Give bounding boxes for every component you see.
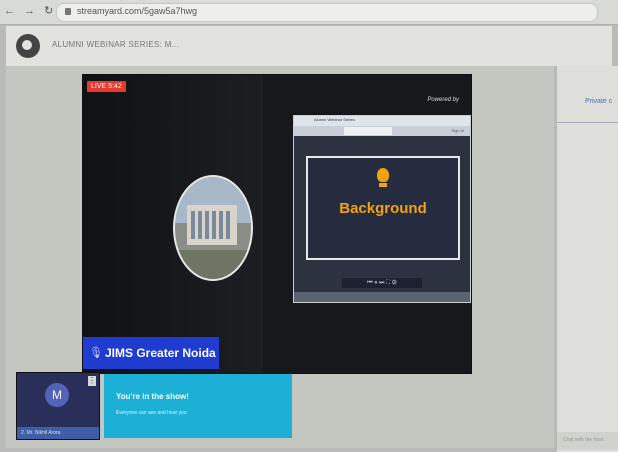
chat-input[interactable]: Chat with the host [557,432,618,450]
share-window-title: Alumni Webinar Series [314,117,355,122]
lock-icon [65,8,71,15]
mic-muted-icon: 🎙 [89,347,103,359]
powered-by-label: Powered by [427,97,459,103]
chat-panel: Private c Chat with the host [556,66,618,452]
screen-share: Alumni Webinar Series Sign In Background… [293,115,471,303]
tab-private-chat[interactable]: Private c [557,66,618,123]
streamyard-logo [16,34,40,58]
tab-label: Private c [585,98,613,105]
share-signin: Sign In [451,128,464,133]
notice-title: You're in the show! [116,392,189,401]
slide-controls[interactable]: ⏮ ⏸ ⏭ ⛶ ⚙ [342,278,422,288]
lightbulb-icon [377,168,389,182]
camera-feed [173,175,253,281]
chat-placeholder: Chat with the host [563,437,604,443]
in-show-notice: You're in the show! Everyone can see and… [104,374,292,438]
slide-title: Background [339,200,427,217]
live-badge: LIVE 5:42 [87,81,126,92]
presentation-slide: Background [306,156,460,260]
participant-tile[interactable]: M ⋮ 2. Mr. Nikhil Arora [16,372,100,440]
broadcast-stage: LIVE 5:42 Powered by Alumni Webinar Seri… [82,74,472,374]
name-banner: 🎙 JIMS Greater Noida [83,337,219,369]
url-text: streamyard.com/5gaw5a7hwg [77,6,198,16]
address-bar[interactable]: streamyard.com/5gaw5a7hwg [56,3,598,22]
participant-name: 2. Mr. Nikhil Arora [17,427,99,439]
banner-name: JIMS Greater Noida [105,346,216,360]
notice-subtitle: Everyone can see and hear you [116,410,187,416]
browser-nav-icons[interactable]: ← → ↻ [4,4,56,17]
more-options-icon[interactable]: ⋮ [88,376,96,386]
broadcast-title: ALUMNI WEBINAR SERIES: M... [52,40,180,49]
browser-toolbar: ← → ↻ streamyard.com/5gaw5a7hwg [0,0,618,25]
app-header: ALUMNI WEBINAR SERIES: M... [6,26,612,66]
avatar: M [45,383,69,407]
